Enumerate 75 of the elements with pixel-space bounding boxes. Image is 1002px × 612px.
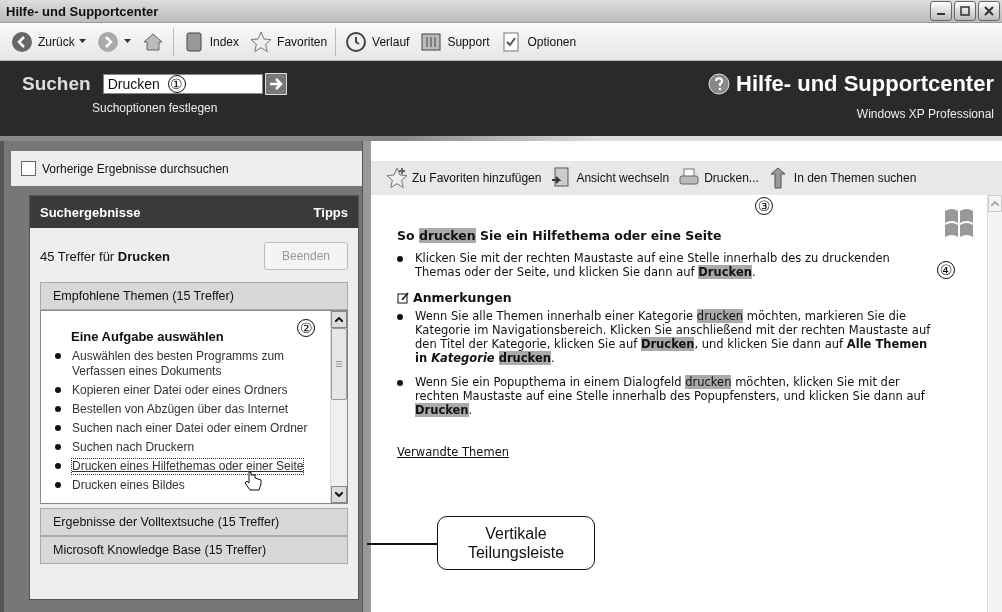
brand-subtitle: Windows XP Professional xyxy=(856,107,994,121)
result-link[interactable]: Drucken eines Bildes xyxy=(71,477,186,494)
previous-results-checkbox[interactable]: Vorherige Ergebnisse durchsuchen xyxy=(11,151,364,186)
callout-number: ① xyxy=(167,75,186,93)
result-link[interactable]: Suchen nach Druckern xyxy=(71,439,196,456)
bullet-icon xyxy=(55,463,61,469)
bullet-icon xyxy=(397,314,403,320)
arrow-right-icon xyxy=(268,77,283,91)
results-title: Suchergebnisse xyxy=(40,204,141,220)
bullet-icon xyxy=(55,444,61,450)
search-field[interactable]: Drucken ① xyxy=(102,74,263,94)
notes-heading: Anmerkungen xyxy=(413,291,512,305)
scroll-thumb[interactable] xyxy=(331,328,347,400)
note-text: Wenn Sie alle Themen innerhalb einer Kategorie drucken möchten, markieren Sie die Kategorie im Navigationsbereich. Klicken Sie anschließend mit der rechten Maustaste auf den Titel der Kategorie, klicken Sie auf Drucken, und klicken Sie dann auf Alle Themen in Kategorie drucken. xyxy=(415,309,932,365)
search-go-button[interactable] xyxy=(264,73,287,95)
splitter-bar[interactable] xyxy=(362,141,371,612)
bullet-icon xyxy=(55,482,61,488)
callout-number: ③ xyxy=(755,197,773,215)
list-heading: Eine Aufgabe auswählen xyxy=(70,329,225,344)
note-icon xyxy=(397,292,409,304)
maximize-button[interactable] xyxy=(954,1,976,21)
bullet-icon xyxy=(55,353,61,359)
add-favorite-button[interactable]: Zu Favoriten hinzufügen xyxy=(385,166,542,190)
hand-cursor-icon xyxy=(244,471,262,493)
results-section-header[interactable]: Ergebnisse der Volltextsuche (15 Treffer) xyxy=(40,508,348,536)
locate-button[interactable]: In den Themen suchen xyxy=(766,166,917,190)
bullet-icon xyxy=(55,425,61,431)
results-section-header[interactable]: Empfohlene Themen (15 Treffer) xyxy=(40,282,348,310)
note-text: Wenn Sie ein Popupthema in einem Dialogfeld drucken möchten, klicken Sie mit der rechten Maustaste auf eine Stelle innerhalb des Popupfensters, und klicken Sie dann auf Drucken. xyxy=(415,375,926,417)
switch-view-button[interactable]: Ansicht wechseln xyxy=(549,166,670,190)
result-link[interactable]: Auswählen des besten Programms zum Verfassen eines Dokuments xyxy=(71,348,326,380)
chevron-down-icon xyxy=(335,492,343,497)
result-link[interactable]: Suchen nach einer Datei oder einem Ordner xyxy=(71,420,309,437)
tips-link[interactable]: Tipps xyxy=(313,204,348,220)
help-icon xyxy=(708,73,731,95)
star-icon xyxy=(385,166,409,190)
close-button[interactable] xyxy=(978,1,1000,21)
article-title: So drucken Sie ein Hilfethema oder eine Seite xyxy=(397,229,723,243)
annotation-label: Vertikale Teilungsleiste xyxy=(437,516,595,570)
history-button[interactable]: Verlauf xyxy=(342,27,412,56)
clock-icon xyxy=(344,29,369,54)
minimize-button[interactable] xyxy=(930,1,952,21)
grip-icon xyxy=(336,361,342,367)
back-button[interactable]: Zurück xyxy=(8,27,88,56)
print-button[interactable]: Drucken... xyxy=(677,166,759,190)
bullet-icon xyxy=(55,406,61,412)
leader-line xyxy=(367,543,437,545)
bullet-icon xyxy=(397,380,403,386)
index-button[interactable]: Index xyxy=(179,27,242,56)
bullet-icon xyxy=(397,256,403,262)
star-icon xyxy=(249,29,274,54)
results-section-header[interactable]: Microsoft Knowledge Base (15 Treffer) xyxy=(40,536,348,564)
scroll-up-button[interactable] xyxy=(331,311,347,328)
results-count: 45 Treffer für Drucken xyxy=(40,248,170,264)
scrollbar[interactable] xyxy=(987,195,1002,612)
chevron-up-icon xyxy=(335,317,343,322)
search-options-link[interactable]: Suchoptionen festlegen xyxy=(92,101,287,115)
chevron-up-icon xyxy=(991,201,999,206)
options-button[interactable]: Optionen xyxy=(497,27,579,56)
maximize-icon xyxy=(960,6,970,16)
related-topics-link[interactable]: Verwandte Themen xyxy=(397,445,509,459)
window-title: Hilfe- und Supportcenter xyxy=(6,3,159,19)
support-button[interactable]: Support xyxy=(417,27,492,56)
scroll-down-button[interactable] xyxy=(331,486,347,503)
search-label: Suchen xyxy=(22,73,91,95)
favorites-button[interactable]: Favoriten xyxy=(247,27,330,56)
close-icon xyxy=(984,6,994,16)
brand-title: Hilfe- und Supportcenter xyxy=(708,71,994,97)
callout-number: ④ xyxy=(937,261,955,279)
scrollbar[interactable] xyxy=(330,311,347,503)
callout-number: ② xyxy=(297,319,315,337)
bullet-icon xyxy=(55,387,61,393)
step-text: Klicken Sie mit der rechten Maustaste auf eine Stelle innerhalb des zu druckenden Themas oder der Seite, und klicken Sie dann auf Drucken. xyxy=(415,251,891,279)
result-link[interactable]: Kopieren einer Datei oder eines Ordners xyxy=(71,382,289,399)
result-link[interactable]: Bestellen von Abzügen über das Internet xyxy=(71,401,290,418)
